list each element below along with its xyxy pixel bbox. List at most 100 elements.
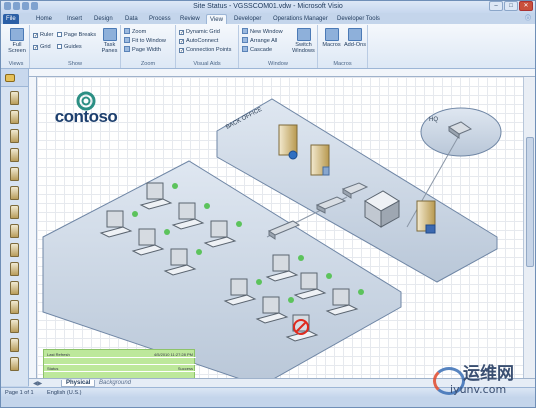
page-width-button[interactable]: Page Width [124, 46, 161, 54]
server-stencil-icon[interactable] [10, 110, 19, 124]
shapes-panel [1, 69, 29, 386]
server-stencil-icon[interactable] [10, 357, 19, 371]
shapes-panel-header[interactable] [1, 69, 28, 87]
server-icon[interactable] [278, 124, 298, 160]
group-zoom: Zoom Fit to Window Page Width Zoom [121, 25, 176, 68]
new-window-icon [242, 28, 248, 34]
tab-insert[interactable]: Insert [64, 14, 85, 24]
group-show: ✓ Ruler ✓ Grid Page Breaks Guides Task Pan… [30, 25, 121, 68]
tab-developer[interactable]: Developer [231, 14, 264, 24]
group-window: New Window Arrange All Cascade Switch Wi… [239, 25, 318, 68]
tab-operations-manager[interactable]: Operations Manager [270, 14, 331, 24]
fit-to-window-icon [124, 37, 130, 43]
server-stencil-icon[interactable] [10, 186, 19, 200]
status-row [44, 358, 196, 365]
watermark-url: iyunv.com [450, 383, 507, 396]
tab-file[interactable]: File [3, 14, 19, 24]
group-label-window: Window [268, 61, 288, 67]
language-indicator: English (U.S.) [47, 390, 82, 396]
server-stencil-icon[interactable] [10, 205, 19, 219]
fit-to-window-button[interactable]: Fit to Window [124, 37, 166, 45]
shapes-folder-icon [5, 74, 15, 82]
page-width-icon [124, 46, 130, 52]
arrange-all-icon [242, 37, 248, 43]
page-tab-background[interactable]: Background [99, 380, 131, 386]
checkbox-checked-icon: ✓ [179, 39, 185, 45]
watermark-text: 运维网 [463, 364, 514, 384]
ribbon-tabs: File Home Insert Design Data Process Rev… [1, 13, 535, 24]
checkbox-unchecked-icon [57, 44, 62, 49]
server-stencil-icon[interactable] [10, 224, 19, 238]
checkbox-checked-icon: ✓ [179, 30, 185, 36]
tab-review[interactable]: Review [177, 14, 203, 24]
full-screen-icon [10, 28, 24, 41]
checkbox-checked-icon: ✓ [179, 48, 185, 54]
new-window-button[interactable]: New Window [242, 28, 283, 36]
server-icon[interactable] [310, 144, 330, 176]
guides-checkbox[interactable]: Guides [57, 43, 82, 51]
server-stencil-icon[interactable] [10, 262, 19, 276]
window-controls: – □ ✕ [489, 1, 533, 11]
grid-checkbox[interactable]: ✓ Grid [33, 43, 51, 51]
macros-button[interactable]: Macros [321, 28, 342, 48]
window-title: Site Status - VGSSCOM01.vdw - Microsoft … [193, 3, 343, 10]
scrollbar-thumb[interactable] [526, 137, 534, 267]
site-status-panel: Last Refresh 4/5/2010 11:27:28 PM Status S… [43, 349, 196, 379]
status-row: Status Success [44, 365, 196, 372]
switch-windows-button[interactable]: Switch Windows [291, 28, 316, 54]
checkbox-checked-icon: ✓ [33, 45, 39, 51]
server-stencil-icon[interactable] [10, 148, 19, 162]
add-ons-icon [348, 28, 362, 41]
server-stencil-icon[interactable] [10, 91, 19, 105]
server-stencil-icon[interactable] [10, 319, 19, 333]
server-stencil-icon[interactable] [10, 281, 19, 295]
full-screen-button[interactable]: Full Screen [6, 28, 28, 54]
minimize-button[interactable]: – [489, 1, 503, 11]
connection-points-checkbox[interactable]: ✓ Connection Points [179, 46, 231, 54]
tab-developer-tools[interactable]: Developer Tools [334, 14, 383, 24]
vertical-scrollbar[interactable] [523, 77, 535, 378]
title-bar: Site Status - VGSSCOM01.vdw - Microsoft … [1, 1, 535, 13]
vertical-ruler [29, 77, 37, 378]
tab-data[interactable]: Data [122, 14, 141, 24]
contoso-logo-text: contoso [54, 107, 118, 126]
ribbon-view: Full Screen Views ✓ Ruler ✓ Grid Page Brea… [1, 24, 535, 69]
switch-windows-icon [296, 28, 311, 41]
tab-process[interactable]: Process [146, 14, 174, 24]
group-macros: Macros Add-Ons Macros [318, 25, 368, 68]
task-panes-button[interactable]: Task Panes [100, 28, 119, 54]
page-tab-physical[interactable]: Physical [61, 380, 96, 387]
maximize-button[interactable]: □ [504, 1, 518, 11]
contoso-logo: contoso [45, 91, 127, 131]
server-icon[interactable] [416, 200, 436, 234]
checkbox-unchecked-icon [57, 32, 62, 37]
group-views: Full Screen Views [3, 25, 30, 68]
hq-label: HQ [429, 117, 438, 123]
cascade-button[interactable]: Cascade [242, 46, 272, 54]
group-label-macros: Macros [333, 61, 352, 67]
cascade-icon [242, 46, 248, 52]
macros-icon [324, 28, 339, 41]
autoconnect-checkbox[interactable]: ✓ AutoConnect [179, 37, 218, 45]
tab-design[interactable]: Design [91, 14, 116, 24]
group-label-show: Show [68, 61, 82, 67]
page-nav-arrows-icon[interactable]: ◀▶ [33, 380, 42, 387]
dynamic-grid-checkbox[interactable]: ✓ Dynamic Grid [179, 28, 220, 36]
group-label-views: Views [8, 61, 24, 67]
tab-home[interactable]: Home [33, 14, 55, 24]
page-breaks-checkbox[interactable]: Page Breaks [57, 31, 96, 39]
tab-view[interactable]: View [206, 14, 227, 24]
arrange-all-button[interactable]: Arrange All [242, 37, 277, 45]
server-stencil-icon[interactable] [10, 167, 19, 181]
add-ons-button[interactable]: Add-Ons [343, 28, 367, 48]
zoom-icon [124, 28, 130, 34]
page-indicator: Page 1 of 1 [5, 390, 34, 396]
ruler-checkbox[interactable]: ✓ Ruler [33, 31, 53, 39]
server-stencil-icon[interactable] [10, 129, 19, 143]
server-stencil-icon[interactable] [10, 243, 19, 257]
close-button[interactable]: ✕ [519, 1, 533, 11]
help-icon[interactable]: ⓘ [525, 13, 531, 22]
zoom-button[interactable]: Zoom [124, 28, 146, 36]
server-stencil-icon[interactable] [10, 300, 19, 314]
server-stencil-icon[interactable] [10, 338, 19, 352]
